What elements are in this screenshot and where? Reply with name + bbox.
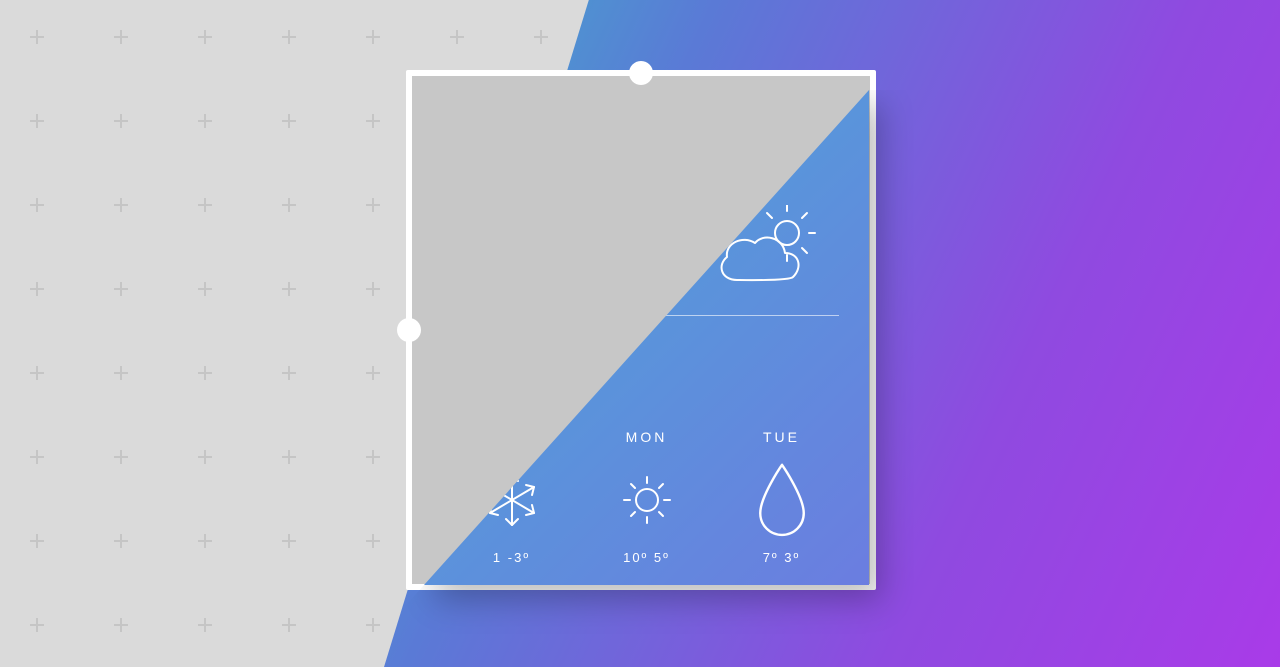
raindrop-icon xyxy=(753,465,811,535)
resize-handle-top[interactable] xyxy=(629,61,653,85)
day-label: MON xyxy=(626,429,668,447)
day-label: TUE xyxy=(763,429,800,447)
temps: 10º 5º xyxy=(623,550,670,565)
temps: 7º 3º xyxy=(763,550,801,565)
resize-handle-left[interactable] xyxy=(397,318,421,342)
sun-icon xyxy=(618,465,676,535)
forecast-day-1: MON 10º 5º xyxy=(582,429,712,565)
temps: 1 -3º xyxy=(493,550,530,565)
forecast-day-2: TUE 7º 3º xyxy=(717,429,847,565)
